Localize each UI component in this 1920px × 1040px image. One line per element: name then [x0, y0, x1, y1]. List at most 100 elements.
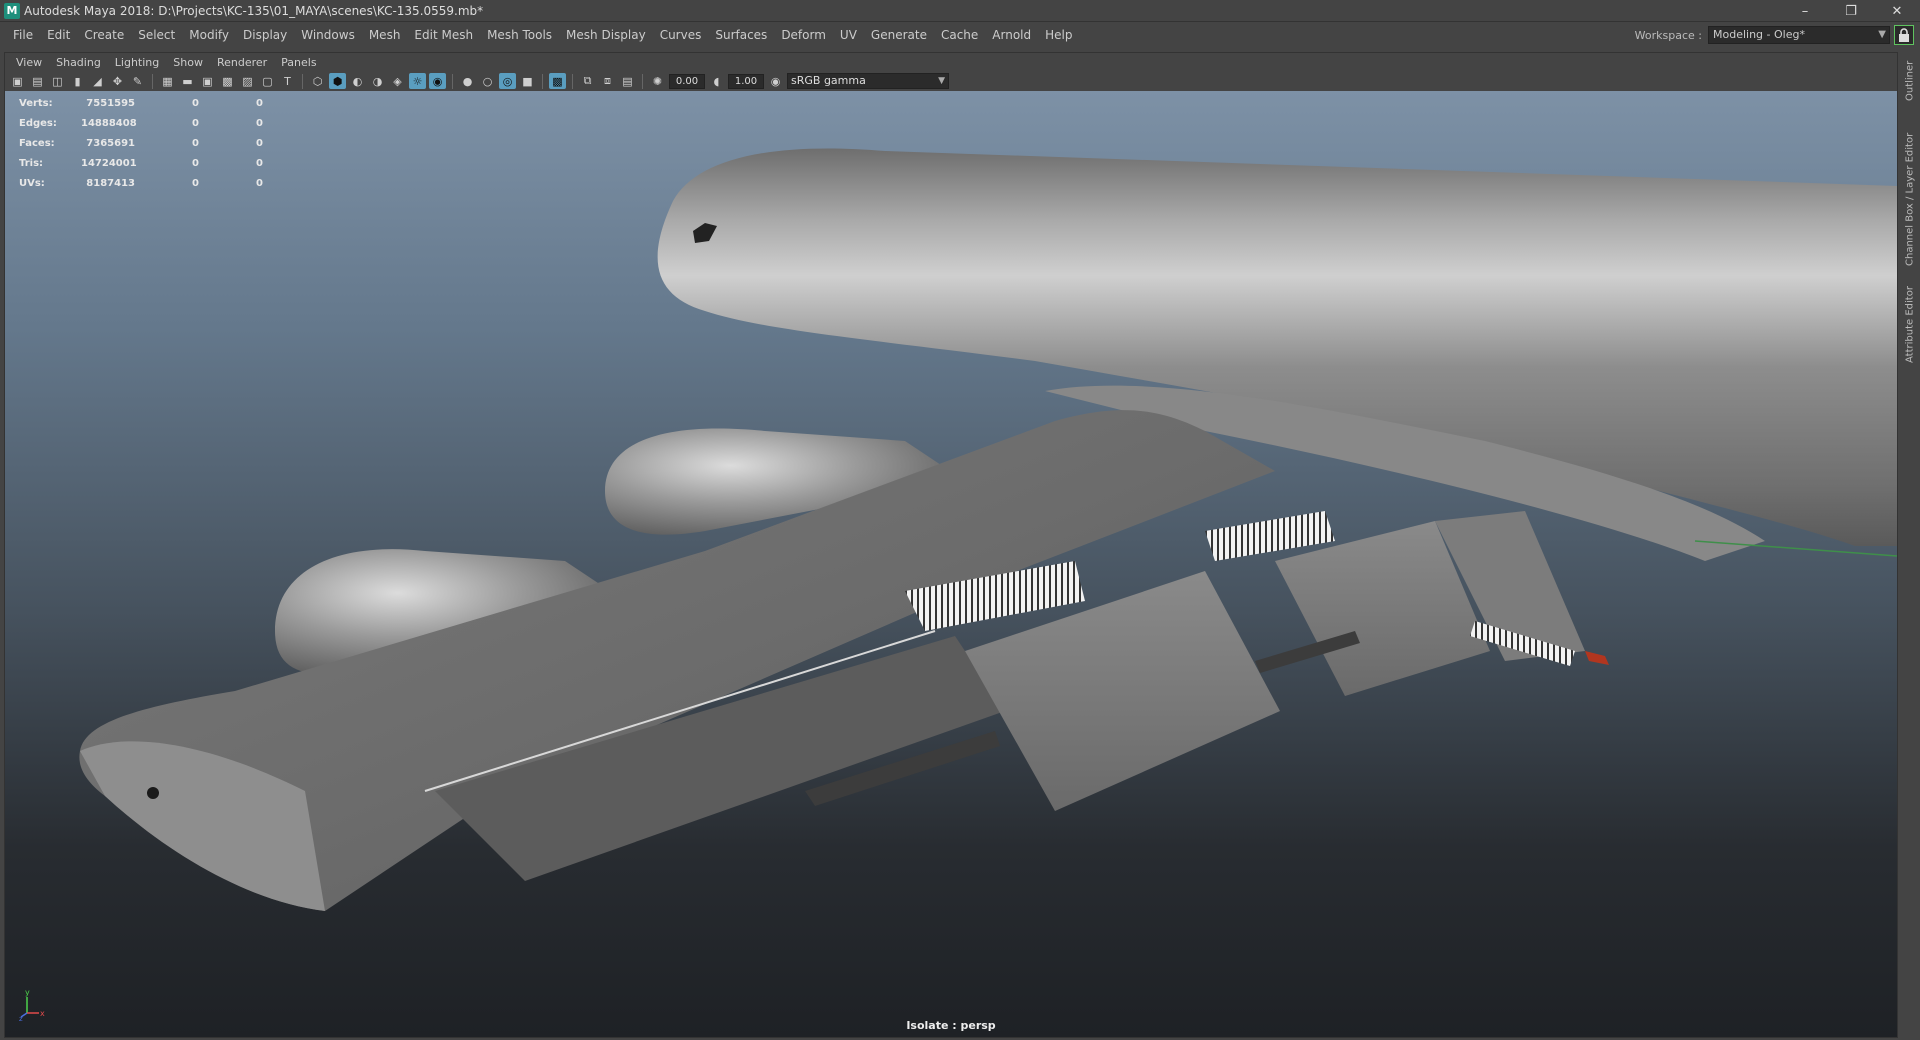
- menu-modify[interactable]: Modify: [182, 22, 236, 48]
- close-button[interactable]: ✕: [1874, 0, 1920, 22]
- xray-icon[interactable]: ⧉: [579, 73, 596, 89]
- menu-mesh-tools[interactable]: Mesh Tools: [480, 22, 559, 48]
- motion-blur-icon[interactable]: ●: [459, 73, 476, 89]
- menu-generate[interactable]: Generate: [864, 22, 934, 48]
- hud-value: 0: [192, 157, 199, 169]
- menu-edit[interactable]: Edit: [40, 22, 77, 48]
- wireframe-icon[interactable]: ⬡: [309, 73, 326, 89]
- camera-attributes-icon[interactable]: ▤: [29, 73, 46, 89]
- hud-value: 0: [256, 157, 263, 169]
- xray-components-icon[interactable]: ▤: [619, 73, 636, 89]
- gamma-icon[interactable]: ◖: [708, 73, 725, 89]
- hud-row-edges: Edges: 14888408 0 0: [19, 113, 263, 133]
- hud-row-uvs: UVs: 8187413 0 0: [19, 173, 263, 193]
- hud-value: 0: [256, 137, 263, 149]
- resolution-gate-icon[interactable]: ▣: [199, 73, 216, 89]
- toolbar-separator: [452, 73, 453, 89]
- menu-mesh-display[interactable]: Mesh Display: [559, 22, 653, 48]
- isolate-select-icon[interactable]: ▩: [549, 73, 566, 89]
- color-space-dropdown[interactable]: sRGB gamma ▼: [787, 73, 949, 89]
- panel-menu-lighting[interactable]: Lighting: [108, 56, 166, 69]
- use-all-lights-icon[interactable]: ◈: [389, 73, 406, 89]
- hud-label: Edges:: [19, 117, 57, 129]
- film-gate-icon[interactable]: ▬: [179, 73, 196, 89]
- 3d-viewport[interactable]: Verts: 7551595 0 0 Edges: 14888408 0 0 F…: [5, 91, 1897, 1037]
- poly-count-hud: Verts: 7551595 0 0 Edges: 14888408 0 0 F…: [19, 93, 263, 193]
- main-menu-bar: File Edit Create Select Modify Display W…: [0, 22, 1920, 48]
- color-management-icon[interactable]: ◉: [767, 73, 784, 89]
- chevron-down-icon: ▼: [938, 76, 945, 86]
- menu-select[interactable]: Select: [131, 22, 182, 48]
- axis-x-label: x: [40, 1009, 45, 1018]
- safe-action-icon[interactable]: ▢: [259, 73, 276, 89]
- hud-value: 0: [192, 137, 199, 149]
- chevron-down-icon: ▼: [1878, 29, 1886, 40]
- menu-windows[interactable]: Windows: [294, 22, 362, 48]
- bookmark-icon[interactable]: ▮: [69, 73, 86, 89]
- camera-icon[interactable]: ▣: [9, 73, 26, 89]
- menu-help[interactable]: Help: [1038, 22, 1079, 48]
- hud-value: 0: [192, 177, 199, 189]
- hud-value: 0: [192, 117, 199, 129]
- panel-menu-panels[interactable]: Panels: [274, 56, 323, 69]
- depth-of-field-icon[interactable]: ◎: [499, 73, 516, 89]
- tab-attribute-editor[interactable]: Attribute Editor: [1902, 280, 1918, 370]
- workspace-selector-area: Workspace : Modeling - Oleg* ▼: [1635, 22, 1920, 48]
- camera-lock-icon[interactable]: ◫: [49, 73, 66, 89]
- panel-menu-shading[interactable]: Shading: [49, 56, 108, 69]
- hud-label: UVs:: [19, 177, 45, 189]
- panel-menu-view[interactable]: View: [9, 56, 49, 69]
- exposure-field[interactable]: 0.00: [669, 73, 705, 89]
- toolbar-separator: [152, 73, 153, 89]
- menu-surfaces[interactable]: Surfaces: [708, 22, 774, 48]
- exposure-icon[interactable]: ✺: [649, 73, 666, 89]
- menu-deform[interactable]: Deform: [774, 22, 833, 48]
- color-space-value: sRGB gamma: [791, 74, 866, 87]
- tab-outliner[interactable]: Outliner: [1902, 56, 1918, 106]
- lock-icon[interactable]: [1894, 25, 1914, 45]
- grid-icon[interactable]: ▦: [159, 73, 176, 89]
- xray-joints-icon[interactable]: ⧈: [599, 73, 616, 89]
- menu-uv[interactable]: UV: [833, 22, 864, 48]
- hud-value: 7551595: [86, 97, 135, 109]
- gamma-field[interactable]: 1.00: [728, 73, 764, 89]
- hud-row-faces: Faces: 7365691 0 0: [19, 133, 263, 153]
- hud-row-tris: Tris: 14724001 0 0: [19, 153, 263, 173]
- title-bar: M Autodesk Maya 2018: D:\Projects\KC-135…: [0, 0, 1920, 22]
- gate-mask-icon[interactable]: ▩: [219, 73, 236, 89]
- hud-value: 7365691: [86, 137, 135, 149]
- safe-title-icon[interactable]: T: [279, 73, 296, 89]
- menu-file[interactable]: File: [6, 22, 40, 48]
- smooth-shade-icon[interactable]: ⬢: [329, 73, 346, 89]
- image-plane-icon[interactable]: ◢: [89, 73, 106, 89]
- textured-icon[interactable]: ◑: [369, 73, 386, 89]
- menu-display[interactable]: Display: [236, 22, 294, 48]
- panel-menu-bar: View Shading Lighting Show Renderer Pane…: [5, 53, 1897, 71]
- tab-channel-box[interactable]: Channel Box / Layer Editor: [1902, 124, 1918, 274]
- hud-label: Faces:: [19, 137, 55, 149]
- multisample-aa-icon[interactable]: ○: [479, 73, 496, 89]
- restore-button[interactable]: ❐: [1828, 0, 1874, 22]
- toolbar-separator: [542, 73, 543, 89]
- viewport-camera-label: Isolate : persp: [906, 1019, 996, 1032]
- minimize-button[interactable]: –: [1782, 0, 1828, 22]
- shadows-icon[interactable]: ☼: [409, 73, 426, 89]
- menu-mesh[interactable]: Mesh: [362, 22, 408, 48]
- hud-label: Tris:: [19, 157, 44, 169]
- side-tab-strip: Outliner Channel Box / Layer Editor Attr…: [1900, 48, 1920, 1038]
- panel-menu-renderer[interactable]: Renderer: [210, 56, 274, 69]
- menu-arnold[interactable]: Arnold: [985, 22, 1038, 48]
- menu-curves[interactable]: Curves: [653, 22, 709, 48]
- grease-pencil-icon[interactable]: ✎: [129, 73, 146, 89]
- field-chart-icon[interactable]: ▨: [239, 73, 256, 89]
- ambient-occlusion-icon[interactable]: ◉: [429, 73, 446, 89]
- airplane-model-render: [79, 148, 1897, 911]
- workspace-dropdown[interactable]: Modeling - Oleg* ▼: [1708, 26, 1890, 44]
- pan-zoom-icon[interactable]: ✥: [109, 73, 126, 89]
- wireframe-on-shaded-icon[interactable]: ◐: [349, 73, 366, 89]
- panel-menu-show[interactable]: Show: [166, 56, 210, 69]
- isolate-select-toggle-icon[interactable]: ■: [519, 73, 536, 89]
- menu-create[interactable]: Create: [77, 22, 131, 48]
- menu-cache[interactable]: Cache: [934, 22, 985, 48]
- menu-edit-mesh[interactable]: Edit Mesh: [407, 22, 480, 48]
